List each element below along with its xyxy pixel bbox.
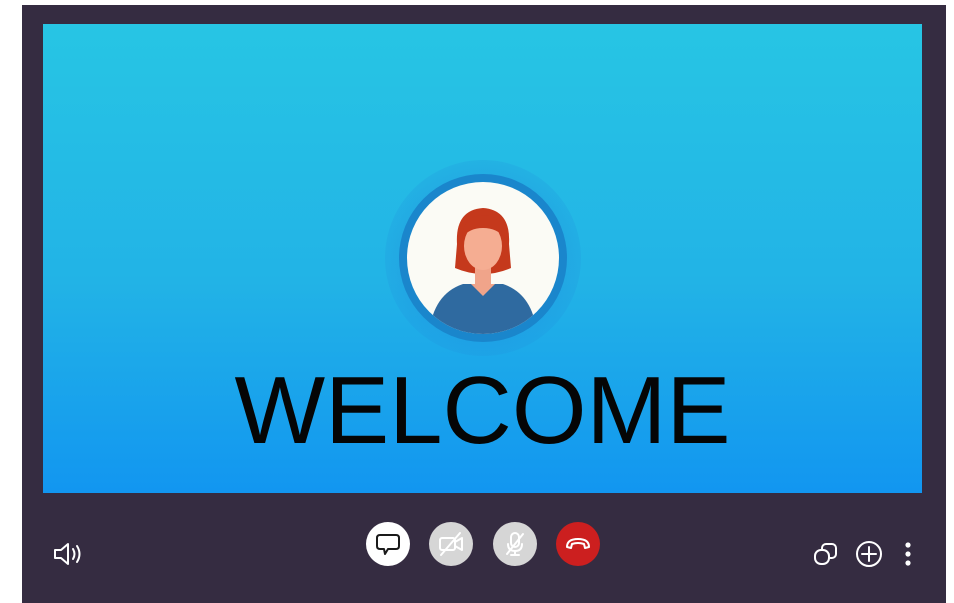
add-participant-button[interactable]	[853, 538, 885, 570]
copy-button[interactable]	[810, 538, 842, 570]
call-controls-bar	[22, 503, 946, 603]
chat-bubble-icon	[376, 534, 400, 555]
copy-icon	[814, 543, 837, 565]
video-off-icon	[439, 532, 463, 556]
more-options-button[interactable]	[898, 538, 918, 570]
volume-button[interactable]	[52, 539, 88, 569]
user-avatar-icon	[407, 182, 559, 334]
chat-button[interactable]	[366, 522, 410, 566]
add-circle-icon	[856, 541, 882, 567]
video-call-window: WELCOME	[22, 5, 946, 603]
volume-icon	[54, 543, 81, 565]
end-call-icon	[566, 538, 590, 549]
mic-toggle-button[interactable]	[493, 522, 537, 566]
welcome-text: WELCOME	[234, 357, 731, 464]
user-avatar-illustration	[429, 208, 537, 334]
participant-avatar	[385, 160, 581, 356]
video-stage: WELCOME	[43, 24, 922, 493]
video-toggle-button[interactable]	[429, 522, 473, 566]
end-call-button[interactable]	[556, 522, 600, 566]
more-vertical-icon	[905, 542, 911, 566]
mic-off-icon	[506, 532, 524, 556]
